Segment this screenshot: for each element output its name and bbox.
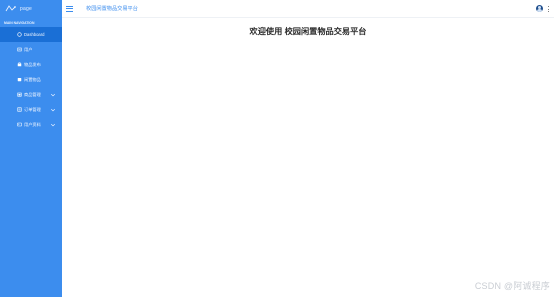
sidebar: page MAIN NAVIGATION Dashboard 用户 物品发布 闲… [0,0,70,297]
sidebar-item-label: Dashboard [24,32,45,37]
nav-header: MAIN NAVIGATION [4,21,35,25]
logo-icon [5,5,16,12]
more-options-icon[interactable] [547,6,549,12]
main-content: 欢迎使用 校园闲置物品交易平台 [62,18,554,297]
chevron-down-icon [50,108,56,112]
watermark: CSDN @阿诚程序 [474,281,550,291]
user-icon [17,47,22,52]
sidebar-item-goods[interactable]: 商品管理 [0,87,62,102]
sidebar-item-label: 订单管理 [24,106,41,112]
sidebar-item-profile[interactable]: 用户资料 [0,117,62,132]
dashboard-icon [17,32,22,37]
top-navbar: 校园闲置物品交易平台 [62,0,554,18]
sidebar-item-label: 用户资料 [24,121,41,127]
menu-toggle-icon[interactable] [66,5,73,12]
order-icon [17,107,22,112]
chevron-down-icon [50,93,56,97]
sidebar-item-orders[interactable]: 订单管理 [0,102,62,117]
sidebar-item-publish[interactable]: 物品发布 [0,57,62,72]
welcome-heading: 欢迎使用 校园闲置物品交易平台 [249,27,367,36]
sidebar-item-idle-items[interactable]: 闲置物品 [0,72,62,87]
sidebar-item-label: 闲置物品 [24,76,41,82]
sidebar-item-label: 商品管理 [24,91,41,97]
logo-text: page [20,6,32,12]
sidebar-item-users[interactable]: 用户 [0,42,62,57]
sidebar-item-dashboard[interactable]: Dashboard [0,27,70,42]
sidebar-item-label: 物品发布 [24,61,41,67]
logo[interactable]: page [0,0,62,18]
idle-items-icon [17,77,22,82]
avatar[interactable] [536,5,543,12]
chevron-down-icon [50,123,56,127]
site-title[interactable]: 校园闲置物品交易平台 [86,5,138,12]
profile-icon [17,122,22,127]
sidebar-item-label: 用户 [24,46,33,52]
publish-icon [17,62,22,67]
goods-icon [17,92,22,97]
